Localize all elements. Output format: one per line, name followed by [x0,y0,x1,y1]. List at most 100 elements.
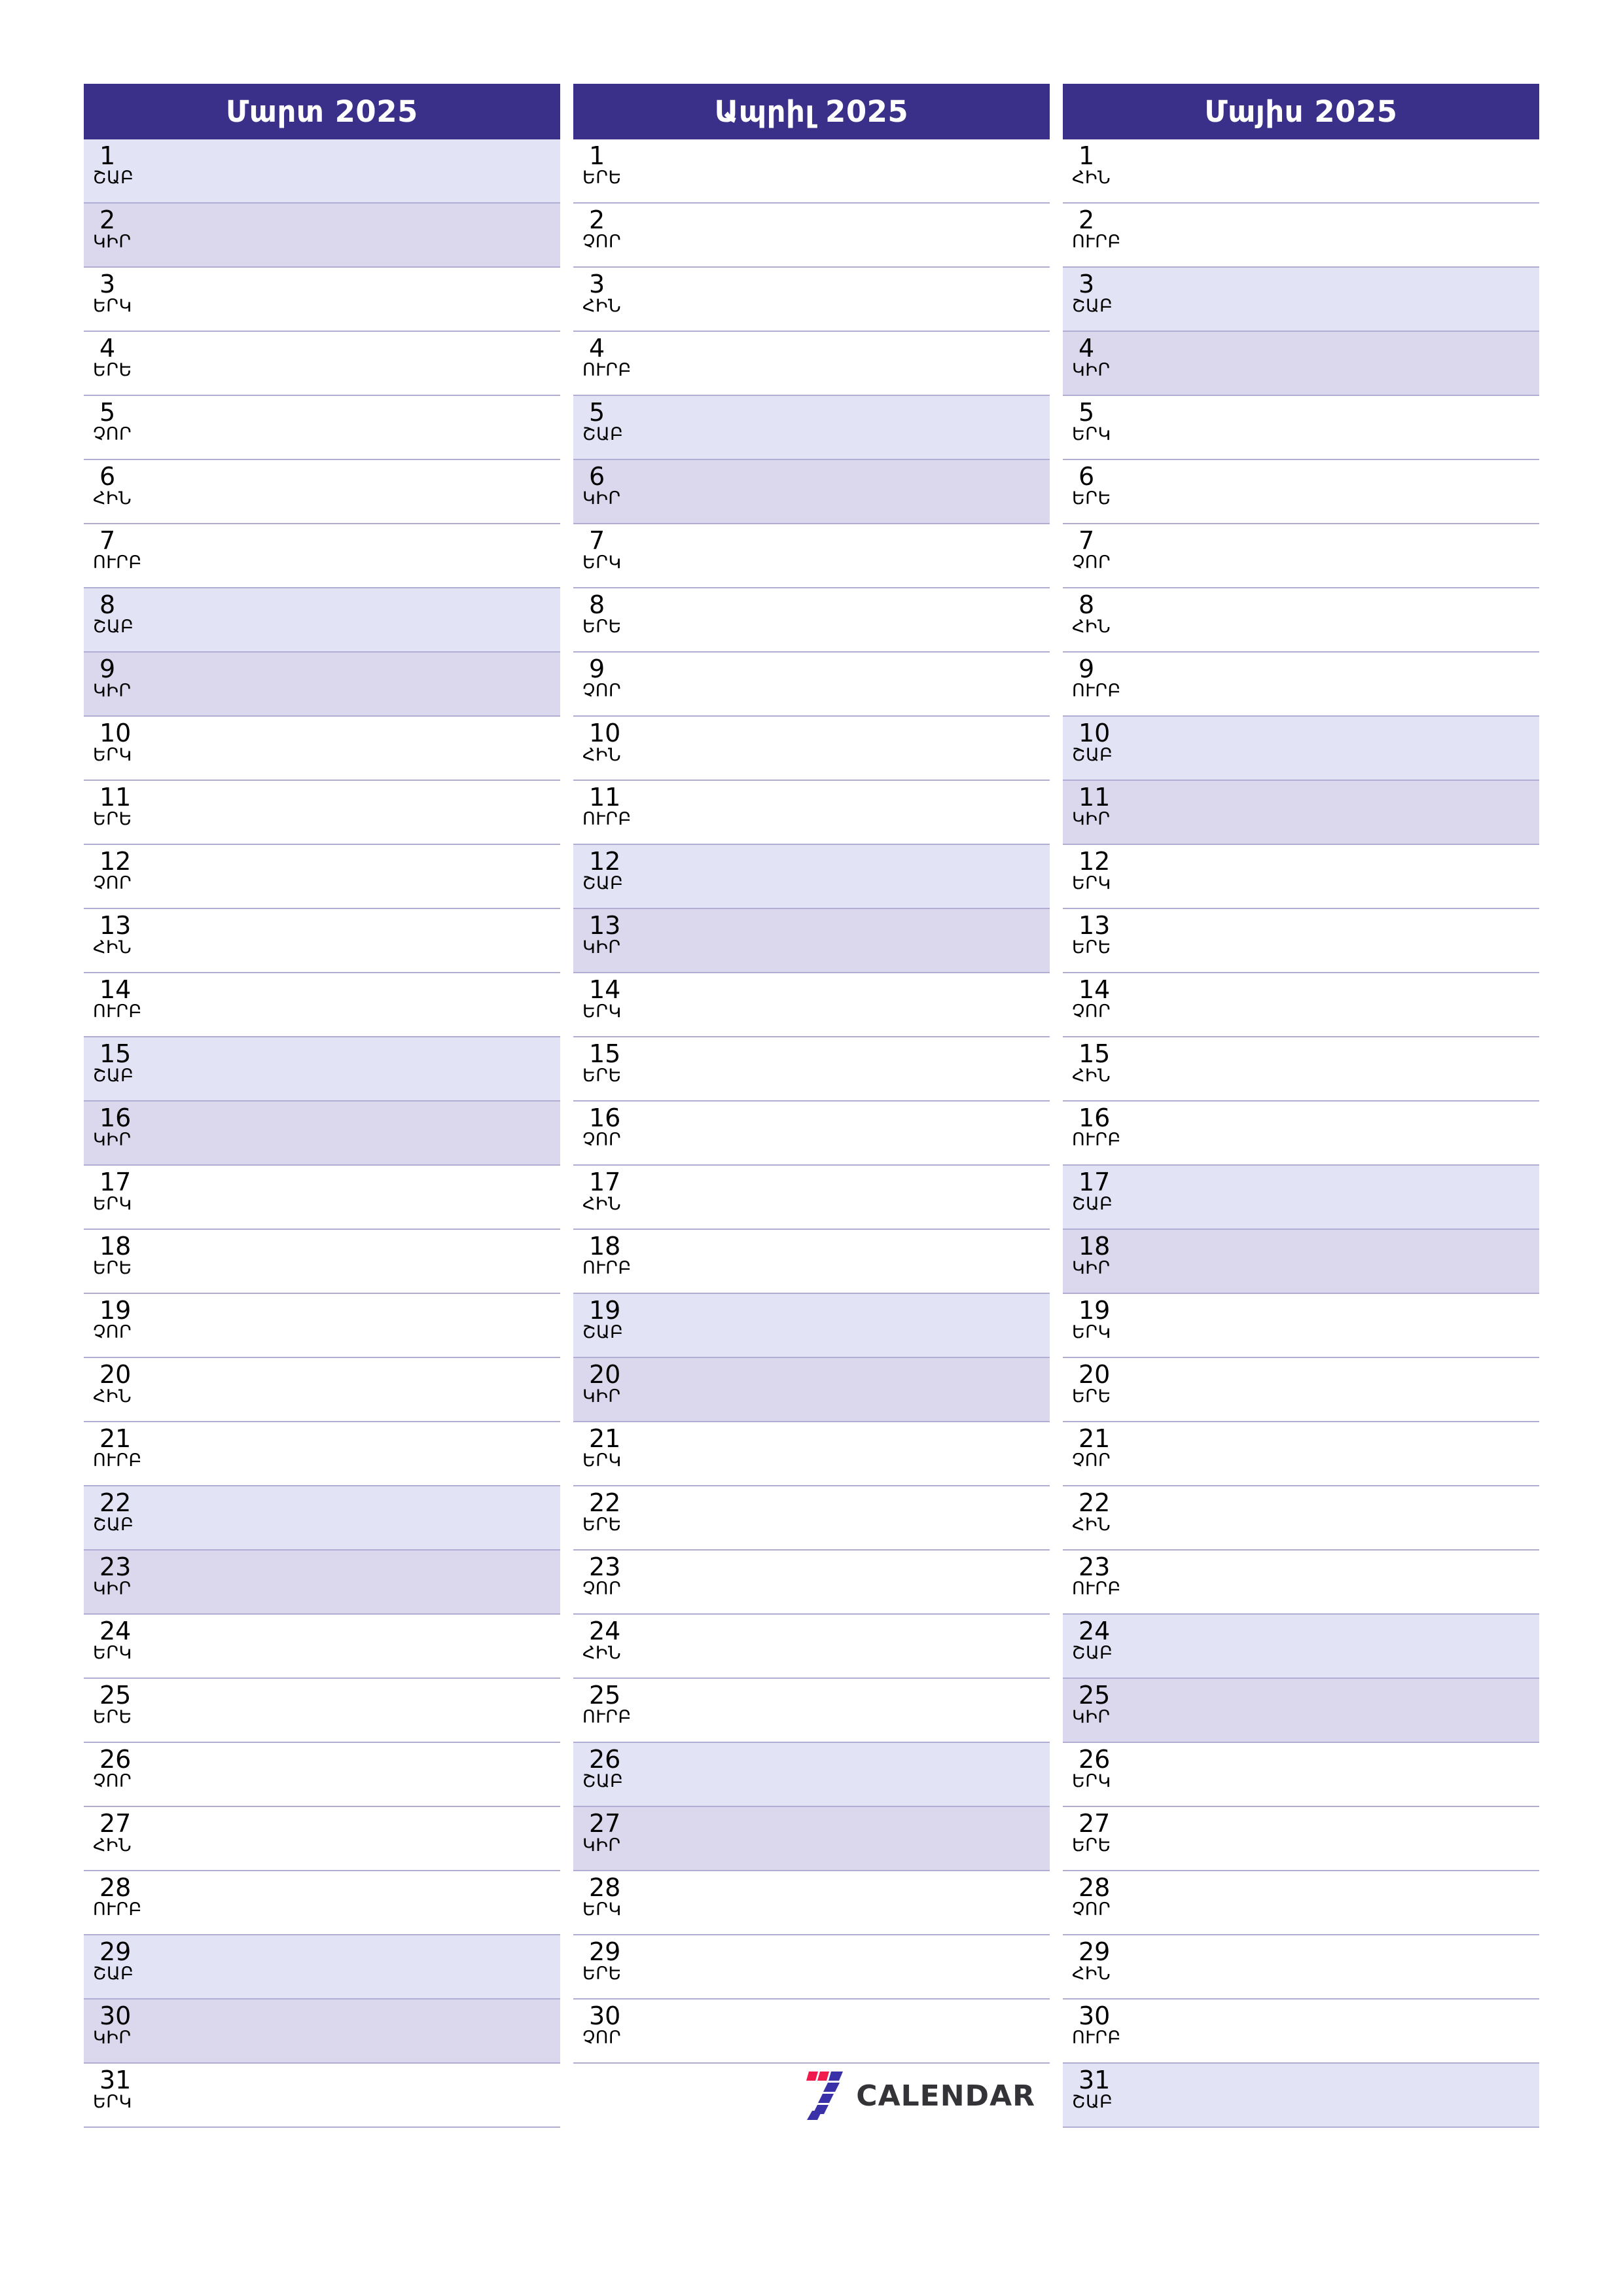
day-row[interactable]: 24 ՀԻՆ [573,1615,1050,1679]
day-row[interactable]: 12 ԵՐԿ [1063,845,1539,909]
day-number: 24 [99,1617,132,1645]
day-row[interactable]: 19 ՉՈՐ [84,1294,560,1358]
day-row[interactable]: 8 ԵՐԵ [573,588,1050,653]
day-row[interactable]: 9 ՈՒՐԲ [1063,653,1539,717]
day-row[interactable]: 21 ՈՒՐԲ [84,1422,560,1486]
day-row[interactable]: 15 ՇԱԲ [84,1037,560,1102]
day-row[interactable]: 2 ՈՒՐԲ [1063,204,1539,268]
day-row[interactable]: 20 ԿԻՐ [573,1358,1050,1422]
day-row[interactable]: 29 ՇԱԲ [84,1935,560,2000]
day-row[interactable]: 28 ՉՈՐ [1063,1871,1539,1935]
day-row[interactable]: 16 ՈՒՐԲ [1063,1102,1539,1166]
day-row[interactable]: 25 ՈՒՐԲ [573,1679,1050,1743]
day-row[interactable]: 30 ԿԻՐ [84,2000,560,2064]
day-row[interactable]: 25 ԵՐԵ [84,1679,560,1743]
day-row[interactable]: 14 ԵՐԿ [573,973,1050,1037]
day-row[interactable]: 9 ՉՈՐ [573,653,1050,717]
day-row[interactable]: 16 ՉՈՐ [573,1102,1050,1166]
day-row[interactable]: 22 ՇԱԲ [84,1486,560,1551]
day-row[interactable]: 28 ՈՒՐԲ [84,1871,560,1935]
day-row[interactable]: 11 ԿԻՐ [1063,781,1539,845]
day-row[interactable]: 23 ՈՒՐԲ [1063,1551,1539,1615]
day-row[interactable]: 10 ՀԻՆ [573,717,1050,781]
day-row[interactable]: 14 ՉՈՐ [1063,973,1539,1037]
day-row[interactable]: 26 ՉՈՐ [84,1743,560,1807]
day-row[interactable]: 7 ՉՈՐ [1063,524,1539,588]
day-number: 29 [589,1937,621,1966]
day-row[interactable]: 29 ԵՐԵ [573,1935,1050,2000]
day-row[interactable]: 27 ԵՐԵ [1063,1807,1539,1871]
day-row[interactable]: 9 ԿԻՐ [84,653,560,717]
day-row[interactable]: 31 ՇԱԲ [1063,2064,1539,2128]
brand-logo[interactable]: CALENDAR [800,2070,1035,2121]
day-row[interactable]: 5 ՇԱԲ [573,396,1050,460]
day-row[interactable]: 13 ԿԻՐ [573,909,1050,973]
day-row[interactable]: 21 ՉՈՐ [1063,1422,1539,1486]
day-row[interactable]: 1 ՇԱԲ [84,139,560,204]
day-row[interactable]: 27 ՀԻՆ [84,1807,560,1871]
day-row[interactable]: 4 ՈՒՐԲ [573,332,1050,396]
day-row[interactable]: 23 ԿԻՐ [84,1551,560,1615]
day-row[interactable]: 8 ՇԱԲ [84,588,560,653]
day-row[interactable]: 8 ՀԻՆ [1063,588,1539,653]
day-row[interactable]: 17 ՀԻՆ [573,1166,1050,1230]
day-row[interactable]: 4 ԿԻՐ [1063,332,1539,396]
day-weekday-abbr: ԵՐԿ [582,552,622,573]
day-row[interactable]: 6 ԿԻՐ [573,460,1050,524]
day-row[interactable]: 22 ՀԻՆ [1063,1486,1539,1551]
day-row[interactable]: 16 ԿԻՐ [84,1102,560,1166]
day-row[interactable]: 15 ՀԻՆ [1063,1037,1539,1102]
day-number: 9 [99,655,116,683]
day-row[interactable]: 2 ԿԻՐ [84,204,560,268]
day-row[interactable]: 11 ԵՐԵ [84,781,560,845]
day-row[interactable]: 26 ԵՐԿ [1063,1743,1539,1807]
day-row[interactable]: 3 ԵՐԿ [84,268,560,332]
day-row[interactable]: 6 ՀԻՆ [84,460,560,524]
day-row[interactable]: 12 ՇԱԲ [573,845,1050,909]
day-row[interactable]: 24 ԵՐԿ [84,1615,560,1679]
day-row[interactable]: 7 ՈՒՐԲ [84,524,560,588]
day-row[interactable]: 18 ԵՐԵ [84,1230,560,1294]
day-row[interactable]: 20 ԵՐԵ [1063,1358,1539,1422]
day-row[interactable]: 17 ԵՐԿ [84,1166,560,1230]
day-row[interactable]: 12 ՉՈՐ [84,845,560,909]
day-row[interactable]: 3 ՇԱԲ [1063,268,1539,332]
day-row[interactable]: 1 ՀԻՆ [1063,139,1539,204]
day-row[interactable]: 13 ՀԻՆ [84,909,560,973]
day-row[interactable]: 25 ԿԻՐ [1063,1679,1539,1743]
day-row[interactable]: 10 ԵՐԿ [84,717,560,781]
day-row[interactable]: 1 ԵՐԵ [573,139,1050,204]
day-weekday-abbr: ԿԻՐ [93,680,132,701]
day-weekday-abbr: ԵՐԵ [582,1065,622,1086]
day-row[interactable]: 18 ԿԻՐ [1063,1230,1539,1294]
day-row[interactable]: 24 ՇԱԲ [1063,1615,1539,1679]
day-row[interactable]: 3 ՀԻՆ [573,268,1050,332]
day-row[interactable]: 29 ՀԻՆ [1063,1935,1539,2000]
day-row[interactable]: 20 ՀԻՆ [84,1358,560,1422]
day-row[interactable]: 11 ՈՒՐԲ [573,781,1050,845]
day-row[interactable]: 5 ՉՈՐ [84,396,560,460]
day-row[interactable]: 14 ՈՒՐԲ [84,973,560,1037]
day-row[interactable]: 13 ԵՐԵ [1063,909,1539,973]
day-row[interactable]: 22 ԵՐԵ [573,1486,1050,1551]
day-row[interactable]: 6 ԵՐԵ [1063,460,1539,524]
day-row[interactable]: 15 ԵՐԵ [573,1037,1050,1102]
day-row[interactable]: 30 ՈՒՐԲ [1063,2000,1539,2064]
day-row[interactable]: 17 ՇԱԲ [1063,1166,1539,1230]
day-row[interactable]: 23 ՉՈՐ [573,1551,1050,1615]
day-row[interactable]: 26 ՇԱԲ [573,1743,1050,1807]
day-row[interactable]: 28 ԵՐԿ [573,1871,1050,1935]
day-row[interactable]: 30 ՉՈՐ [573,2000,1050,2064]
day-row[interactable]: 19 ԵՐԿ [1063,1294,1539,1358]
day-row[interactable]: 31 ԵՐԿ [84,2064,560,2128]
day-row[interactable]: 27 ԿԻՐ [573,1807,1050,1871]
day-row[interactable]: 2 ՉՈՐ [573,204,1050,268]
day-row[interactable]: 7 ԵՐԿ [573,524,1050,588]
day-row[interactable]: 4 ԵՐԵ [84,332,560,396]
day-row[interactable]: 18 ՈՒՐԲ [573,1230,1050,1294]
day-weekday-abbr: ԵՐԵ [1072,1835,1111,1856]
day-row[interactable]: 19 ՇԱԲ [573,1294,1050,1358]
day-row[interactable]: 10 ՇԱԲ [1063,717,1539,781]
day-row[interactable]: 5 ԵՐԿ [1063,396,1539,460]
day-row[interactable]: 21 ԵՐԿ [573,1422,1050,1486]
